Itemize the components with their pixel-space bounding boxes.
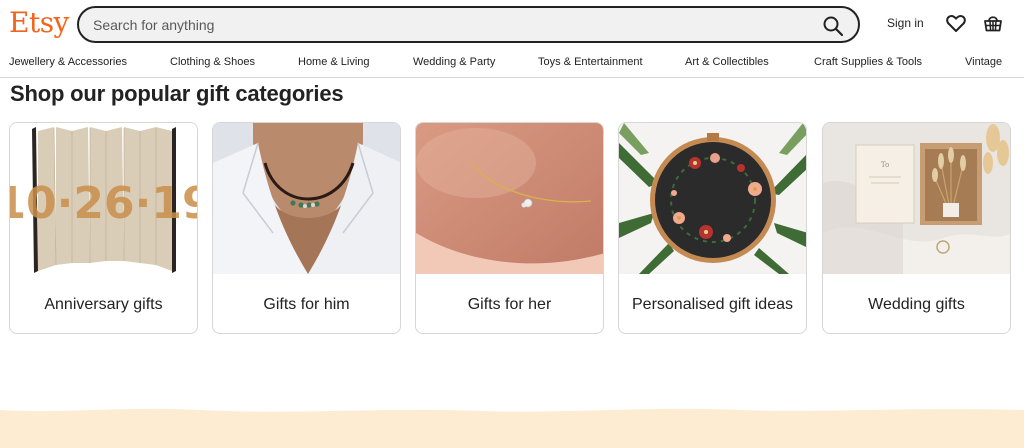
search-icon[interactable] (822, 15, 844, 37)
card-label: Wedding gifts (868, 296, 965, 313)
embroidery-hoop-image (619, 123, 806, 274)
nav-item-jewellery[interactable]: Jewellery & Accessories (9, 56, 127, 68)
etsy-logo[interactable]: Etsy (9, 6, 69, 39)
search-input[interactable] (93, 15, 793, 35)
gold-anklet-image (416, 123, 603, 274)
category-card-wedding[interactable]: To Wedding gifts (822, 122, 1011, 334)
category-card-her[interactable]: Gifts for her (415, 122, 604, 334)
category-card-anniversary[interactable]: 10·26·19 Anniversary gifts (9, 122, 198, 334)
category-card-him[interactable]: Gifts for him (212, 122, 401, 334)
card-label: Anniversary gifts (44, 296, 163, 313)
category-card-personalised[interactable]: Personalised gift ideas (618, 122, 807, 334)
header: Etsy Sign in (0, 0, 1024, 48)
section-title: Shop our popular gift categories (10, 81, 344, 106)
beaded-necklace-image (213, 123, 400, 274)
footer-band (0, 400, 1024, 448)
nav-item-wedding[interactable]: Wedding & Party (413, 56, 495, 68)
card-label: Personalised gift ideas (632, 296, 793, 313)
nav-item-home[interactable]: Home & Living (298, 56, 370, 68)
svg-text:To: To (881, 161, 889, 169)
heart-icon[interactable] (945, 12, 967, 34)
nav-item-art[interactable]: Art & Collectibles (685, 56, 769, 68)
gift-box-image: To (823, 123, 1010, 274)
nav-item-toys[interactable]: Toys & Entertainment (538, 56, 643, 68)
card-label: Gifts for him (263, 296, 350, 313)
search-bar[interactable] (77, 6, 860, 43)
nav-item-vintage[interactable]: Vintage (965, 56, 1002, 68)
svg-text:10·26·19: 10·26·19 (10, 178, 198, 229)
card-label: Gifts for her (467, 296, 552, 313)
sign-in-link[interactable]: Sign in (887, 16, 924, 30)
nav-item-clothing[interactable]: Clothing & Shoes (170, 56, 255, 68)
folded-book-art-image: 10·26·19 (10, 123, 198, 274)
basket-icon[interactable] (982, 12, 1004, 34)
category-nav: Jewellery & Accessories Clothing & Shoes… (0, 48, 1024, 78)
nav-item-craft[interactable]: Craft Supplies & Tools (814, 56, 922, 68)
